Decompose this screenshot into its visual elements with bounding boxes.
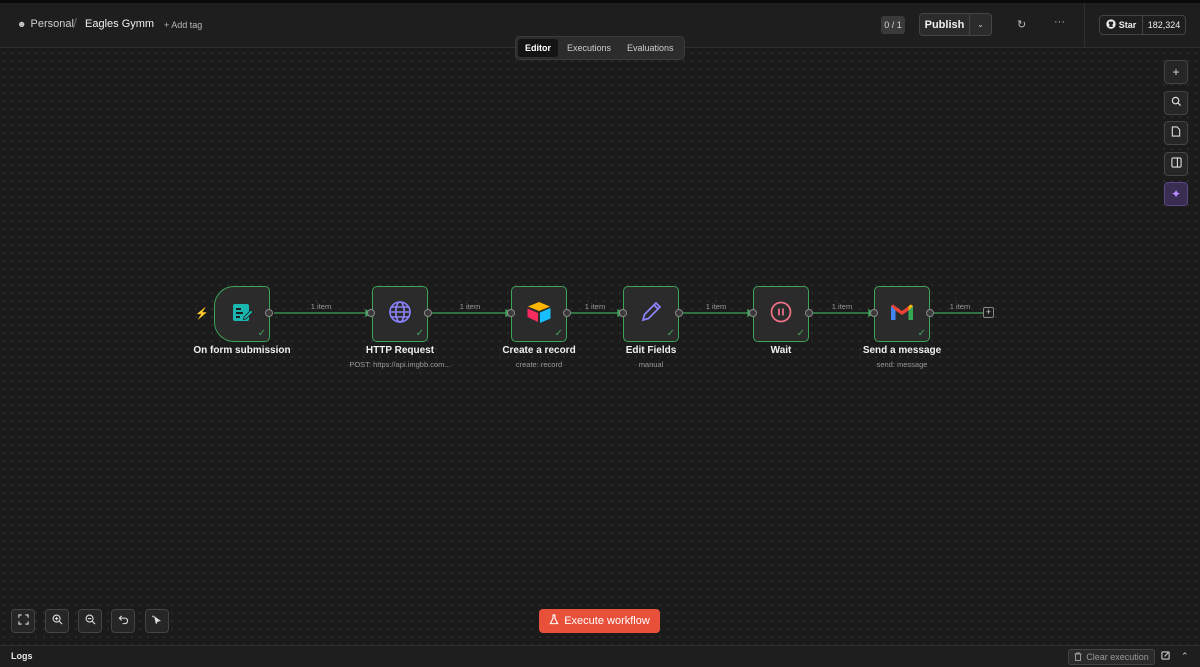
version-counter: 0 / 1 bbox=[881, 16, 905, 34]
node-send-a-message[interactable]: ✓ bbox=[874, 286, 930, 342]
node-output-port[interactable] bbox=[675, 309, 683, 317]
node-edit-fields[interactable]: ✓ bbox=[623, 286, 679, 342]
popout-icon[interactable] bbox=[1161, 651, 1170, 662]
execute-workflow-label: Execute workflow bbox=[564, 615, 650, 627]
zoom-out-button[interactable] bbox=[78, 609, 102, 633]
success-check-icon: ✓ bbox=[554, 328, 563, 339]
plus-icon: + bbox=[1172, 65, 1180, 79]
node-label: Wait bbox=[770, 345, 792, 356]
node-label: HTTP Request bbox=[365, 345, 435, 356]
note-icon bbox=[1171, 126, 1181, 140]
clear-execution-label: Clear execution bbox=[1086, 652, 1149, 662]
success-check-icon: ✓ bbox=[796, 328, 805, 339]
node-label: Send a message bbox=[862, 345, 942, 356]
breadcrumb-separator: / bbox=[73, 15, 77, 31]
trigger-bolt-icon: ⚡ bbox=[195, 308, 209, 320]
github-star-count: 182,324 bbox=[1147, 20, 1181, 30]
cursor-sparkle-icon bbox=[151, 614, 163, 629]
node-label: Edit Fields bbox=[625, 345, 677, 356]
more-options-button[interactable]: ··· bbox=[1054, 16, 1065, 28]
execute-workflow-button[interactable]: Execute workflow bbox=[539, 609, 660, 633]
user-icon: ☻ bbox=[17, 19, 27, 29]
connection-label: 1 item bbox=[459, 302, 481, 311]
view-tabs: Editor Executions Evaluations bbox=[515, 36, 685, 60]
node-output-port[interactable] bbox=[563, 309, 571, 317]
sticky-note-button[interactable] bbox=[1164, 121, 1188, 145]
tab-executions[interactable]: Executions bbox=[560, 39, 618, 57]
github-star-button[interactable]: Star 182,324 bbox=[1099, 15, 1186, 35]
panel-icon bbox=[1170, 157, 1182, 171]
form-icon bbox=[230, 300, 254, 329]
node-subtitle: POST: https://api.imgbb.com... bbox=[349, 360, 451, 369]
success-check-icon: ✓ bbox=[257, 328, 266, 339]
node-output-port[interactable] bbox=[424, 309, 432, 317]
node-create-a-record[interactable]: ✓ bbox=[511, 286, 567, 342]
zoom-out-icon bbox=[85, 614, 96, 628]
undo-button[interactable] bbox=[111, 609, 135, 633]
connection-label: 1 item bbox=[949, 302, 971, 311]
personal-label: Personal bbox=[30, 18, 74, 30]
node-http-request[interactable]: ✓ bbox=[372, 286, 428, 342]
logs-panel-bar[interactable]: Logs Clear execution ⌃ bbox=[0, 645, 1200, 667]
zoom-in-icon bbox=[52, 614, 63, 628]
node-output-port[interactable] bbox=[926, 309, 934, 317]
add-tag-button[interactable]: + Add tag bbox=[164, 20, 202, 30]
header-divider bbox=[1084, 3, 1085, 48]
flask-icon bbox=[549, 614, 559, 628]
github-star: Star bbox=[1100, 16, 1143, 34]
pause-icon bbox=[769, 300, 793, 329]
node-input-port[interactable] bbox=[507, 309, 515, 317]
search-button[interactable] bbox=[1164, 91, 1188, 115]
chevron-up-icon[interactable]: ⌃ bbox=[1181, 651, 1189, 662]
sparkle-icon: ✦ bbox=[1170, 187, 1182, 201]
connection-label: 1 item bbox=[831, 302, 853, 311]
node-input-port[interactable] bbox=[870, 309, 878, 317]
expand-icon bbox=[17, 614, 29, 628]
success-check-icon: ✓ bbox=[917, 328, 926, 339]
tab-evaluations[interactable]: Evaluations bbox=[620, 39, 681, 57]
add-node-button[interactable]: + bbox=[1164, 60, 1188, 84]
publish-dropdown-button[interactable]: ⌄ bbox=[970, 14, 991, 35]
airtable-icon bbox=[526, 300, 552, 329]
trash-icon bbox=[1074, 652, 1082, 663]
search-icon bbox=[1171, 96, 1182, 110]
chevron-down-icon: ⌄ bbox=[977, 20, 984, 29]
fit-view-button[interactable] bbox=[11, 609, 35, 633]
publish-button-group: Publish ⌄ bbox=[919, 13, 992, 36]
tab-editor[interactable]: Editor bbox=[518, 39, 558, 57]
logs-title: Logs bbox=[11, 651, 33, 661]
undo-icon bbox=[118, 614, 129, 628]
zoom-in-button[interactable] bbox=[45, 609, 69, 633]
node-wait[interactable]: ✓ bbox=[753, 286, 809, 342]
github-icon bbox=[1106, 19, 1116, 31]
success-check-icon: ✓ bbox=[666, 328, 675, 339]
gmail-icon bbox=[889, 302, 915, 327]
connection-label: 1 item bbox=[584, 302, 606, 311]
add-next-node-button[interactable]: + bbox=[983, 307, 994, 318]
tidy-up-button[interactable] bbox=[145, 609, 169, 633]
github-star-label: Star bbox=[1118, 20, 1137, 30]
node-on-form-submission[interactable]: ✓ bbox=[214, 286, 270, 342]
history-icon[interactable]: ↻ bbox=[1017, 18, 1026, 31]
publish-button[interactable]: Publish bbox=[920, 14, 970, 35]
connection-label: 1 item bbox=[705, 302, 727, 311]
connection-label: 1 item bbox=[310, 302, 332, 311]
node-input-port[interactable] bbox=[619, 309, 627, 317]
node-input-port[interactable] bbox=[749, 309, 757, 317]
node-output-port[interactable] bbox=[805, 309, 813, 317]
clear-execution-button[interactable]: Clear execution bbox=[1068, 649, 1155, 665]
node-input-port[interactable] bbox=[367, 309, 375, 317]
panel-toggle-button[interactable] bbox=[1164, 152, 1188, 176]
breadcrumb-personal[interactable]: ☻ Personal bbox=[17, 18, 74, 30]
node-subtitle: send: message bbox=[876, 360, 928, 369]
pencil-icon bbox=[638, 299, 664, 330]
success-check-icon: ✓ bbox=[415, 328, 424, 339]
node-label: On form submission bbox=[193, 345, 291, 356]
workflow-name[interactable]: Eagles Gymm bbox=[85, 18, 154, 30]
node-subtitle: manual bbox=[638, 360, 664, 369]
globe-icon bbox=[387, 299, 413, 330]
node-output-port[interactable] bbox=[265, 309, 273, 317]
ai-assistant-button[interactable]: ✦ bbox=[1164, 182, 1188, 206]
